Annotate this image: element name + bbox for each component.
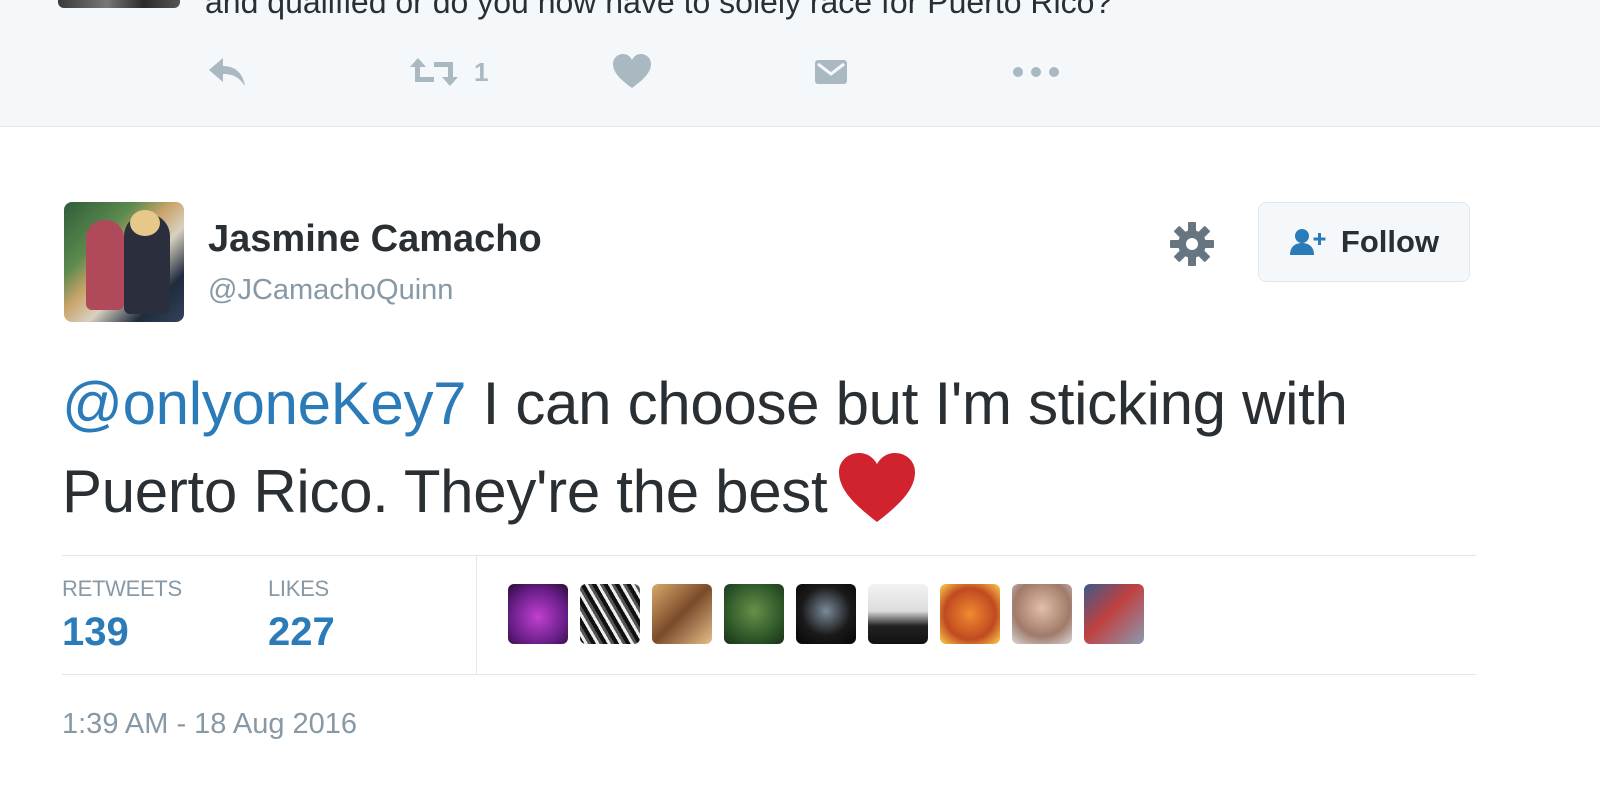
tweet-timestamp[interactable]: 1:39 AM - 18 Aug 2016 — [62, 708, 357, 741]
stats-divider — [476, 556, 477, 674]
liker-avatar[interactable] — [1012, 584, 1072, 644]
reply-button[interactable] — [205, 52, 249, 92]
retweets-label: RETWEETS — [62, 576, 182, 601]
author-name[interactable]: Jasmine Camacho — [208, 218, 542, 261]
retweet-count: 1 — [474, 56, 489, 87]
liker-avatar[interactable] — [508, 584, 568, 644]
mention-link[interactable]: @onlyoneKey7 — [62, 370, 467, 437]
heart-icon — [612, 54, 652, 90]
add-user-icon — [1289, 227, 1329, 257]
author-handle[interactable]: @JCamachoQuinn — [208, 274, 453, 307]
reply-icon — [205, 54, 249, 90]
liker-avatar[interactable] — [796, 584, 856, 644]
tweet-stats: RETWEETS 139 LIKES 227 — [62, 555, 1476, 675]
liker-avatar[interactable] — [1084, 584, 1144, 644]
gear-icon[interactable] — [1168, 220, 1216, 268]
retweets-stat[interactable]: RETWEETS 139 — [62, 576, 182, 655]
retweets-count: 139 — [62, 610, 129, 654]
liker-avatar[interactable] — [940, 584, 1000, 644]
liker-avatar[interactable] — [868, 584, 928, 644]
more-button[interactable] — [1012, 52, 1060, 92]
parent-tweet-text: and qualified or do you now have to sole… — [205, 0, 1113, 20]
likes-count: 227 — [268, 610, 335, 654]
retweet-button[interactable]: 1 — [408, 52, 488, 92]
direct-message-button[interactable] — [813, 52, 849, 92]
red-heart-emoji-icon — [837, 452, 917, 548]
likes-stat[interactable]: LIKES 227 — [268, 576, 335, 655]
retweet-icon — [408, 54, 460, 90]
author-avatar[interactable] — [64, 202, 184, 322]
liker-avatar[interactable] — [724, 584, 784, 644]
tweet-text: @onlyoneKey7 I can choose but I'm sticki… — [62, 360, 1502, 548]
like-button[interactable] — [612, 52, 652, 92]
more-icon — [1012, 66, 1060, 78]
liker-avatar[interactable] — [580, 584, 640, 644]
likers-avatars — [508, 584, 1144, 644]
likes-label: LIKES — [268, 576, 329, 601]
direct-message-icon — [813, 56, 849, 88]
follow-button[interactable]: Follow — [1258, 202, 1470, 282]
parent-tweet: and qualified or do you now have to sole… — [0, 0, 1600, 127]
follow-label: Follow — [1340, 224, 1440, 259]
liker-avatar[interactable] — [652, 584, 712, 644]
parent-avatar[interactable] — [58, 0, 180, 8]
